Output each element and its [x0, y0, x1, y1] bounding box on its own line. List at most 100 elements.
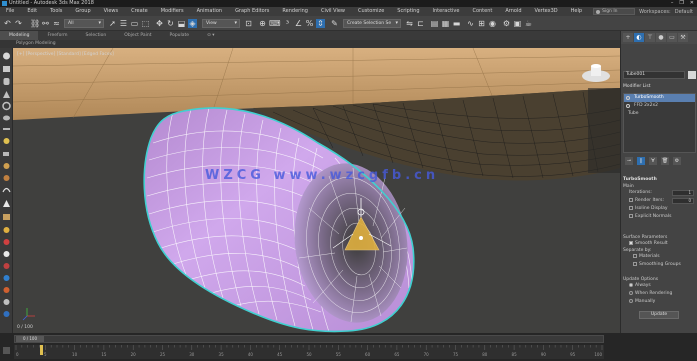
vray-icon[interactable]	[3, 239, 10, 245]
manually-radio[interactable]	[629, 298, 633, 303]
menu-views[interactable]: Views	[98, 7, 125, 16]
material-editor-icon[interactable]: ◉	[488, 19, 497, 28]
hierarchy-tab-icon[interactable]: ⊤	[645, 33, 655, 42]
modifier-tube[interactable]: Tube	[624, 110, 695, 118]
explicit-normals-checkbox[interactable]	[629, 213, 633, 218]
menu-rendering[interactable]: Rendering	[276, 7, 315, 16]
modifier-list-dropdown[interactable]: Modifier List	[623, 84, 651, 89]
menu-civil-view[interactable]: Civil View	[315, 7, 352, 16]
create-particle-icon[interactable]	[3, 175, 10, 181]
menu-modifiers[interactable]: Modifiers	[155, 7, 191, 16]
bind-space-warp-icon[interactable]: ≈	[52, 19, 61, 28]
create-teapot-icon[interactable]	[3, 115, 10, 121]
create-plane-icon[interactable]	[3, 128, 10, 130]
time-slider-track[interactable]	[14, 335, 604, 343]
create-spacewarp-icon[interactable]	[3, 200, 10, 207]
link-icon[interactable]: ⛓	[30, 19, 40, 28]
tab-selection[interactable]: Selection	[77, 31, 116, 40]
select-and-rotate-icon[interactable]: ↻	[166, 19, 175, 28]
select-manipulate-icon[interactable]: ⊕	[258, 19, 267, 28]
edit-named-selection-icon[interactable]: ✎	[330, 19, 339, 28]
window-crossing-icon[interactable]: ⬚	[141, 19, 150, 28]
menu-animation[interactable]: Animation	[191, 7, 230, 16]
populate-icon[interactable]	[3, 227, 10, 233]
angle-snap-icon[interactable]: ∠	[294, 19, 303, 28]
unlink-icon[interactable]: ⚯	[41, 19, 50, 28]
create-torus-icon[interactable]	[2, 101, 11, 111]
isoline-checkbox[interactable]	[629, 205, 633, 210]
create-cone-icon[interactable]	[3, 91, 10, 98]
select-and-place-icon[interactable]: ◈	[188, 19, 197, 28]
menu-customize[interactable]: Customize	[352, 7, 391, 16]
menu-help[interactable]: Help	[565, 7, 589, 16]
select-and-scale-icon[interactable]: ⬓	[177, 19, 186, 28]
menu-arnold[interactable]: Arnold	[499, 7, 528, 16]
pivot-center-icon[interactable]: ⊡	[244, 19, 253, 28]
render-production-icon[interactable]: ☕	[524, 19, 533, 28]
menu-scripting[interactable]: Scripting	[391, 7, 426, 16]
materials-checkbox[interactable]	[633, 253, 637, 258]
create-box-icon[interactable]	[3, 66, 10, 72]
polygon-modeling-label[interactable]: Polygon Modeling	[16, 40, 56, 48]
modifier-ffd[interactable]: FFD 2x2x2	[624, 102, 695, 110]
create-tab-icon[interactable]: +	[623, 33, 633, 42]
spinner-snap-icon[interactable]: ⇕	[316, 19, 325, 28]
undo-icon[interactable]: ↶	[3, 19, 12, 28]
viewport-label[interactable]: [+] [Perspective] [Standard] [Edged Face…	[17, 52, 114, 57]
toggle-scene-explorer-icon[interactable]: ▤	[430, 19, 439, 28]
scene-canvas[interactable]	[13, 48, 620, 333]
minimize-button[interactable]: –	[671, 0, 674, 7]
display-tab-icon[interactable]: ▭	[667, 33, 677, 42]
maximize-button[interactable]: ❐	[679, 0, 683, 7]
percent-snap-icon[interactable]: %	[305, 19, 314, 28]
sign-in-dropdown[interactable]: Sign In	[593, 8, 636, 15]
select-and-move-icon[interactable]: ✥	[155, 19, 164, 28]
toggle-layer-explorer-icon[interactable]: ▦	[441, 19, 450, 28]
menu-content[interactable]: Content	[466, 7, 499, 16]
menu-tools[interactable]: Tools	[44, 7, 69, 16]
menu-interactive[interactable]: Interactive	[427, 7, 467, 16]
menu-group[interactable]: Group	[69, 7, 97, 16]
create-light-icon[interactable]	[3, 138, 10, 144]
rectangular-selection-icon[interactable]: ▭	[130, 19, 139, 28]
menu-vertex3d[interactable]: Vertex3D	[529, 7, 565, 16]
bulb-icon[interactable]	[626, 96, 630, 100]
update-button[interactable]: Update	[639, 311, 679, 319]
menu-file[interactable]: File	[0, 7, 21, 16]
bulb-icon[interactable]	[626, 104, 630, 108]
close-button[interactable]: ✕	[690, 0, 694, 7]
script-icon[interactable]	[3, 311, 10, 317]
arnold-icon[interactable]	[3, 251, 10, 257]
menu-edit[interactable]: Edit	[21, 7, 44, 16]
workspaces-dropdown[interactable]: Default	[675, 9, 693, 15]
plugin-icon[interactable]	[3, 287, 10, 293]
show-end-result-icon[interactable]: ❙	[637, 157, 645, 165]
reference-coordinate-dropdown[interactable]: View	[202, 19, 240, 28]
create-helper-icon[interactable]	[3, 163, 10, 169]
smooth-result-checkbox[interactable]	[629, 240, 633, 245]
mirror-icon[interactable]: ⇋	[405, 19, 414, 28]
rendered-frame-window-icon[interactable]: ▣	[513, 19, 522, 28]
render-iters-spinner[interactable]: 0	[672, 198, 694, 204]
curve-editor-icon[interactable]: ∿	[466, 19, 475, 28]
mini-curve-editor-icon[interactable]	[2, 346, 11, 355]
menu-graph-editors[interactable]: Graph Editors	[229, 7, 276, 16]
modifier-turbosmooth[interactable]: TurboSmooth	[624, 94, 695, 102]
tab-modeling[interactable]: Modeling	[0, 31, 39, 40]
create-system-icon[interactable]	[3, 214, 10, 220]
tab-freeform[interactable]: Freeform	[38, 31, 76, 40]
key-marker[interactable]	[40, 345, 43, 355]
selection-filter-dropdown[interactable]: All	[64, 19, 104, 28]
remove-modifier-icon[interactable]: 🗑	[661, 157, 669, 165]
create-shape-icon[interactable]	[2, 187, 11, 193]
when-rendering-radio[interactable]	[629, 290, 633, 295]
object-name-field[interactable]: Tube001	[623, 71, 685, 79]
select-by-name-icon[interactable]: ☰	[119, 19, 128, 28]
render-setup-icon[interactable]: ⚙	[502, 19, 511, 28]
menu-create[interactable]: Create	[125, 7, 155, 16]
utilities-tab-icon[interactable]: ⚒	[678, 33, 688, 42]
make-unique-icon[interactable]: ∀	[649, 157, 657, 165]
motion-tab-icon[interactable]: ●	[656, 33, 666, 42]
schematic-view-icon[interactable]: ⊞	[477, 19, 486, 28]
select-object-icon[interactable]: ➚	[108, 19, 117, 28]
